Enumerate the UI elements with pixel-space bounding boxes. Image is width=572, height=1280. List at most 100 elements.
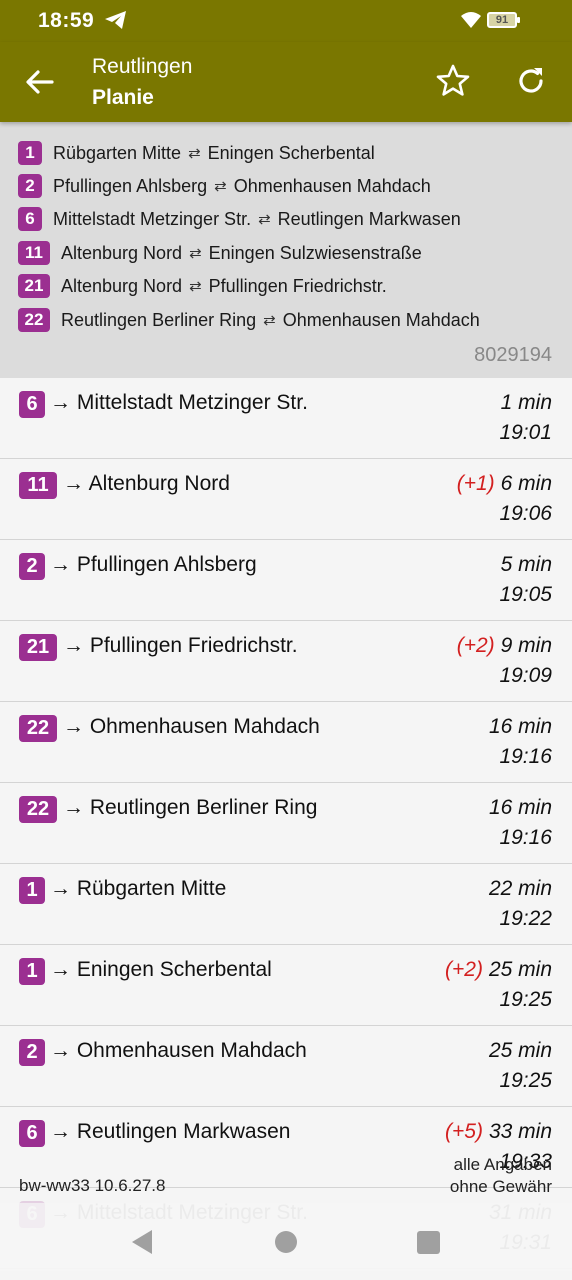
departure-row[interactable]: 6 → Mittelstadt Metzinger Str. 1 min 19:01: [0, 378, 572, 459]
line-to: Pfullingen Friedrichstr.: [208, 275, 387, 296]
wifi-icon: [461, 12, 481, 28]
minutes-until: 1 min: [500, 391, 552, 414]
departure-countdown: (+2) 25 min: [445, 958, 552, 982]
line-from: Altenburg Nord: [61, 242, 183, 263]
departure-destination: → Altenburg Nord: [63, 472, 230, 495]
bidirectional-arrow-icon: ⇄: [188, 145, 201, 162]
departure-destination: → Ohmenhausen Mahdach: [63, 715, 320, 738]
departure-countdown: 25 min: [489, 1039, 552, 1063]
departure-destination: → Ohmenhausen Mahdach: [50, 1039, 307, 1062]
departure-row[interactable]: 11 → Altenburg Nord (+1) 6 min 19:06: [0, 459, 572, 540]
departure-time: 19:16: [499, 745, 552, 768]
departure-row[interactable]: 22 → Reutlingen Berliner Ring 16 min 19:16: [0, 783, 572, 864]
minutes-until: 6 min: [500, 472, 552, 495]
departure-time: 19:22: [499, 907, 552, 930]
departure-destination: → Eningen Scherbental: [50, 958, 272, 981]
stop-name: Planie: [92, 86, 154, 109]
departure-countdown: (+5) 33 min: [445, 1120, 552, 1144]
minutes-until: 33 min: [488, 1120, 552, 1143]
departure-row[interactable]: 2 → Ohmenhausen Mahdach 25 min 19:25: [0, 1026, 572, 1107]
line-to: Ohmenhausen Mahdach: [233, 175, 431, 196]
star-outline-icon[interactable]: [434, 62, 472, 100]
line-badge: 1: [19, 877, 45, 904]
departure-destination: → Pfullingen Friedrichstr.: [63, 634, 298, 657]
line-entry: 22 Reutlingen Berliner Ring ⇄ Ohmenhausen M…: [18, 307, 480, 333]
departure-row[interactable]: 2 → Pfullingen Ahlsberg 5 min 19:05: [0, 540, 572, 621]
disclaimer-line-2: ohne Gewähr: [449, 1177, 552, 1196]
nav-back-icon[interactable]: [130, 1229, 154, 1255]
bidirectional-arrow-icon: ⇄: [263, 312, 276, 329]
line-badge: 22: [19, 715, 57, 742]
line-to: Ohmenhausen Mahdach: [282, 309, 480, 330]
status-time: 18:59: [38, 9, 95, 32]
line-badge: 2: [18, 174, 42, 198]
system-nav-bar: [0, 1203, 572, 1280]
bidirectional-arrow-icon: ⇄: [189, 278, 202, 295]
line-badge: 21: [19, 634, 57, 661]
delay-indicator: (+1): [456, 472, 495, 495]
departure-time: 19:09: [499, 664, 552, 687]
city-name: Reutlingen: [92, 55, 193, 78]
line-badge: 6: [18, 207, 42, 231]
departure-row[interactable]: 21 → Pfullingen Friedrichstr. (+2) 9 min 19:…: [0, 621, 572, 702]
departure-countdown: 5 min: [501, 553, 552, 577]
arrow-left-icon[interactable]: [22, 64, 58, 100]
minutes-until: 22 min: [488, 877, 552, 900]
departure-countdown: 16 min: [489, 796, 552, 820]
departure-time: 19:25: [499, 1069, 552, 1092]
line-badge: 22: [19, 796, 57, 823]
line-badge: 6: [19, 391, 45, 418]
departure-time: 19:25: [499, 988, 552, 1011]
departure-destination: → Reutlingen Markwasen: [50, 1120, 291, 1143]
battery-icon: 91: [487, 12, 520, 28]
departure-row[interactable]: 1 → Rübgarten Mitte 22 min 19:22: [0, 864, 572, 945]
line-to: Eningen Sulzwiesenstraße: [208, 242, 422, 263]
line-from: Reutlingen Berliner Ring: [61, 309, 257, 330]
line-badge: 1: [19, 958, 45, 985]
bidirectional-arrow-icon: ⇄: [214, 178, 227, 195]
disclaimer-line-1: alle Angaben: [453, 1155, 552, 1174]
refresh-icon[interactable]: [512, 62, 550, 100]
departure-time: 19:06: [499, 502, 552, 525]
line-badge: 2: [19, 1039, 45, 1066]
line-entry: 21 Altenburg Nord ⇄ Pfullingen Friedrichstr…: [18, 273, 387, 299]
delay-indicator: (+2): [445, 958, 483, 981]
departure-row[interactable]: 1 → Eningen Scherbental (+2) 25 min 19:25: [0, 945, 572, 1026]
departure-time: 19:01: [499, 421, 552, 444]
line-to: Eningen Scherbental: [207, 142, 375, 163]
line-entry: 2 Pfullingen Ahlsberg ⇄ Ohmenhausen Mahdach: [18, 173, 431, 199]
departure-countdown: (+1) 6 min: [457, 472, 552, 496]
delay-indicator: (+2): [456, 634, 495, 657]
disclaimer: alle Angaben ohne Gewähr: [450, 1154, 552, 1198]
served-lines-panel: 8029194 1 Rübgarten Mitte ⇄ Eningen Scherbe…: [0, 122, 572, 378]
line-from: Mittelstadt Metzinger Str.: [53, 208, 252, 229]
departure-destination: → Pfullingen Ahlsberg: [50, 553, 257, 576]
line-to: Reutlingen Markwasen: [277, 208, 461, 229]
telegram-icon: [105, 11, 126, 29]
nav-recents-icon[interactable]: [417, 1231, 440, 1254]
minutes-until: 25 min: [488, 958, 552, 981]
line-from: Rübgarten Mitte: [53, 142, 182, 163]
minutes-until: 9 min: [500, 634, 552, 657]
status-bar: 18:59 91: [0, 0, 572, 42]
departure-countdown: 16 min: [489, 715, 552, 739]
bidirectional-arrow-icon: ⇄: [258, 211, 271, 228]
departure-countdown: 1 min: [501, 391, 552, 415]
line-badge: 11: [19, 472, 57, 499]
line-badge: 1: [18, 141, 42, 165]
departure-time: 19:05: [499, 583, 552, 606]
line-from: Altenburg Nord: [61, 275, 183, 296]
nav-home-icon[interactable]: [275, 1231, 297, 1253]
version-label: bw-ww33 10.6.27.8: [19, 1176, 166, 1195]
line-badge: 11: [18, 241, 50, 265]
departure-countdown: (+2) 9 min: [457, 634, 552, 658]
line-entry: 1 Rübgarten Mitte ⇄ Eningen Scherbental: [18, 140, 375, 166]
departure-time: 19:16: [499, 826, 552, 849]
line-entry: 6 Mittelstadt Metzinger Str. ⇄ Reutlingen M…: [18, 206, 461, 232]
line-entry: 11 Altenburg Nord ⇄ Eningen Sulzwiesenstraß…: [18, 240, 422, 266]
line-badge: 22: [18, 308, 50, 332]
line-badge: 2: [19, 553, 45, 580]
departure-row[interactable]: 22 → Ohmenhausen Mahdach 16 min 19:16: [0, 702, 572, 783]
line-badge: 6: [19, 1120, 45, 1147]
line-from: Pfullingen Ahlsberg: [53, 175, 208, 196]
